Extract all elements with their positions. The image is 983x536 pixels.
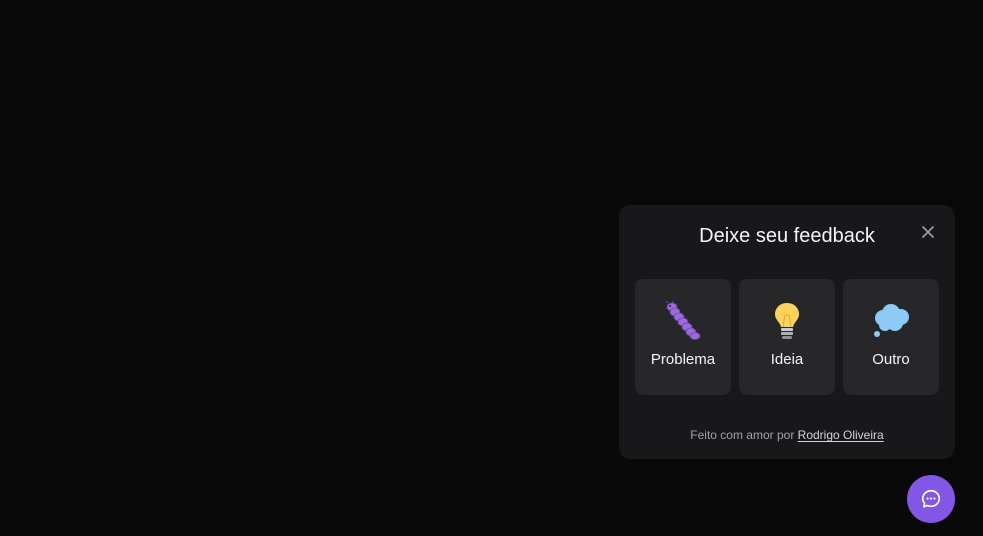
option-label: Problema (650, 351, 716, 368)
author-link[interactable]: Rodrigo Oliveira (798, 428, 884, 442)
thought-bubble-icon (871, 301, 911, 341)
footer: Feito com amor por Rodrigo Oliveira (619, 428, 955, 442)
footer-text: Feito com amor por (690, 428, 798, 442)
feedback-widget: Deixe seu feedback Problema Ideia Outro … (619, 205, 955, 459)
feedback-toggle-button[interactable] (907, 475, 955, 523)
chat-icon (921, 489, 941, 508)
close-icon (922, 226, 934, 238)
option-label: Ideia (770, 351, 804, 368)
option-ideia-button[interactable]: Ideia (739, 279, 835, 395)
lightbulb-icon (767, 301, 807, 341)
option-label: Outro (872, 351, 910, 368)
option-outro-button[interactable]: Outro (843, 279, 939, 395)
bug-icon (663, 301, 703, 341)
widget-title: Deixe seu feedback (699, 225, 875, 247)
feedback-types: Problema Ideia Outro (635, 279, 939, 395)
close-button[interactable] (919, 223, 937, 241)
option-problema-button[interactable]: Problema (635, 279, 731, 395)
